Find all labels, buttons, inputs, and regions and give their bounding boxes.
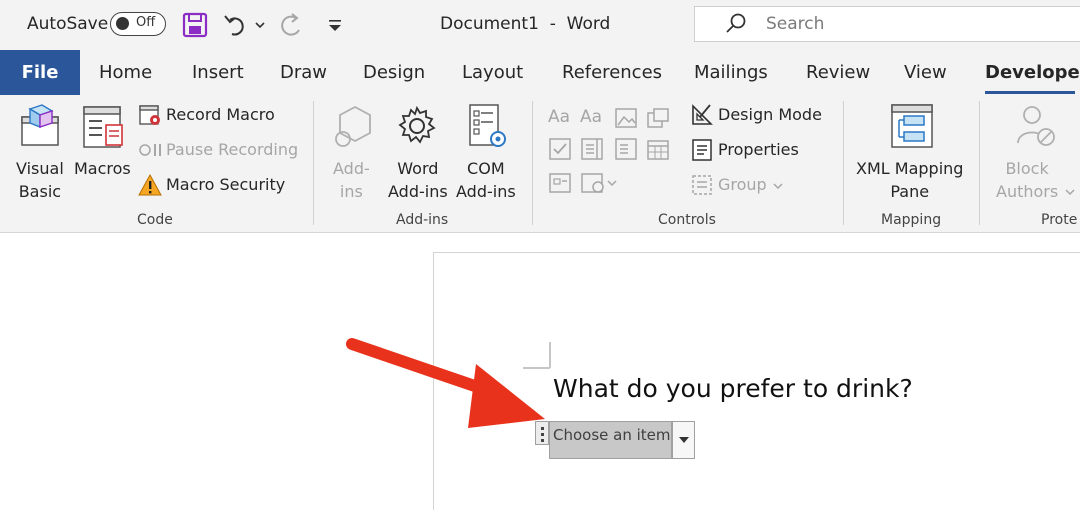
ribbon-tabs: File Home Insert Draw Design Layout Refe…: [0, 50, 1080, 95]
undo-dropdown-icon[interactable]: [253, 10, 267, 40]
checkbox-control-icon[interactable]: [548, 137, 572, 161]
properties-icon: [692, 139, 712, 161]
xml-mapping-icon: [891, 104, 933, 148]
group-label-protect: Prote: [1041, 212, 1078, 228]
group-label-addins: Add-ins: [396, 212, 449, 228]
gear-icon: [398, 105, 436, 144]
record-macro-label: Record Macro: [166, 105, 275, 124]
customize-qat-icon[interactable]: [325, 10, 345, 40]
macros-button[interactable]: Macros: [74, 101, 134, 201]
plain-text-control-icon[interactable]: Aa: [580, 107, 602, 127]
warning-icon: [138, 173, 162, 196]
tab-review[interactable]: Review: [806, 62, 870, 83]
tab-references[interactable]: References: [562, 62, 662, 83]
record-macro-icon: [139, 105, 160, 125]
visual-basic-label: Visual Basic: [16, 159, 64, 201]
com-addins-icon: [469, 104, 506, 147]
record-macro-button[interactable]: Record Macro: [138, 103, 308, 131]
question-text[interactable]: What do you prefer to drink?: [553, 374, 913, 403]
dropdown-placeholder: Choose an item.: [553, 426, 676, 444]
group-label-mapping: Mapping: [881, 212, 942, 228]
group-icon: [692, 175, 712, 195]
word-addins-button[interactable]: Word Add-ins: [386, 101, 452, 201]
autosave-state: Off: [136, 15, 156, 30]
chevron-down-icon: [773, 183, 783, 190]
group-separator: [313, 101, 314, 225]
addins-label: Add- ins: [333, 159, 370, 201]
macro-security-label: Macro Security: [166, 175, 286, 194]
macro-security-button[interactable]: Macro Security: [138, 173, 308, 201]
dropdown-arrow-button[interactable]: [672, 421, 695, 459]
pause-recording-label: Pause Recording: [166, 140, 299, 159]
toggle-knob: [116, 17, 129, 30]
date-picker-control-icon[interactable]: [646, 137, 670, 161]
title-bar: AutoSave Off Document1 - Word Search: [0, 0, 1080, 50]
properties-button[interactable]: Properties: [690, 138, 840, 166]
design-mode-label: Design Mode: [718, 105, 822, 124]
content-controls-gallery: Aa Aa: [546, 105, 674, 205]
tab-file[interactable]: File: [0, 50, 80, 95]
addins-icon: [335, 105, 371, 147]
document-title: Document1 - Word: [440, 14, 611, 34]
com-addins-button[interactable]: COM Add-ins: [454, 101, 520, 201]
pause-icon: [139, 144, 161, 156]
block-authors-icon: [1017, 106, 1055, 146]
group-separator: [532, 101, 533, 225]
building-block-control-icon[interactable]: [646, 107, 670, 129]
group-label: Group: [718, 175, 767, 194]
group-label-controls: Controls: [658, 212, 716, 228]
chevron-down-icon: [679, 437, 689, 443]
active-tab-indicator: [985, 91, 1075, 94]
search-icon: [726, 13, 746, 33]
pause-recording-button: Pause Recording: [138, 138, 308, 166]
undo-icon[interactable]: [222, 10, 250, 40]
combo-box-control-icon[interactable]: [580, 137, 604, 161]
group-separator: [979, 101, 980, 225]
legacy-tools-icon[interactable]: [580, 171, 620, 195]
rich-text-control-icon[interactable]: Aa: [548, 107, 570, 127]
tab-developer[interactable]: Developer: [985, 62, 1080, 83]
group-label-code: Code: [137, 212, 173, 228]
tab-view[interactable]: View: [904, 62, 947, 83]
chevron-down-icon: [1065, 189, 1075, 196]
group-separator: [843, 101, 844, 225]
block-authors-label: Block Authors: [996, 159, 1059, 201]
visual-basic-icon: [21, 104, 59, 146]
annotation-arrow-icon: [346, 338, 545, 428]
group-button: Group: [690, 173, 840, 201]
search-placeholder: Search: [766, 14, 825, 34]
search-input[interactable]: [694, 6, 1080, 42]
tab-design[interactable]: Design: [363, 62, 425, 83]
com-addins-label: COM Add-ins: [456, 159, 516, 201]
tab-home[interactable]: Home: [99, 62, 152, 83]
design-mode-button[interactable]: Design Mode: [690, 103, 840, 131]
word-addins-label: Word Add-ins: [388, 159, 448, 201]
macros-icon: [83, 106, 123, 148]
design-mode-icon: [692, 104, 713, 125]
xml-mapping-label: XML Mapping Pane: [856, 159, 964, 201]
addins-button: Add- ins: [330, 101, 380, 201]
tab-draw[interactable]: Draw: [280, 62, 327, 83]
tab-layout[interactable]: Layout: [462, 62, 523, 83]
save-icon[interactable]: [181, 10, 209, 40]
macros-label: Macros: [74, 159, 131, 178]
repeating-section-control-icon[interactable]: [548, 171, 572, 195]
redo-icon[interactable]: [278, 10, 306, 40]
tab-mailings[interactable]: Mailings: [694, 62, 768, 83]
ribbon: Visual Basic Macros Record Macro Pause R…: [0, 95, 1080, 233]
tab-insert[interactable]: Insert: [192, 62, 244, 83]
visual-basic-button[interactable]: Visual Basic: [12, 101, 72, 201]
dropdown-list-control-icon[interactable]: [614, 137, 638, 161]
picture-control-icon[interactable]: [614, 107, 638, 129]
autosave-label: AutoSave: [27, 14, 109, 34]
xml-mapping-pane-button[interactable]: XML Mapping Pane: [852, 101, 972, 201]
properties-label: Properties: [718, 140, 799, 159]
block-authors-button: Block Authors: [992, 101, 1078, 201]
autosave-toggle[interactable]: Off: [110, 12, 166, 36]
